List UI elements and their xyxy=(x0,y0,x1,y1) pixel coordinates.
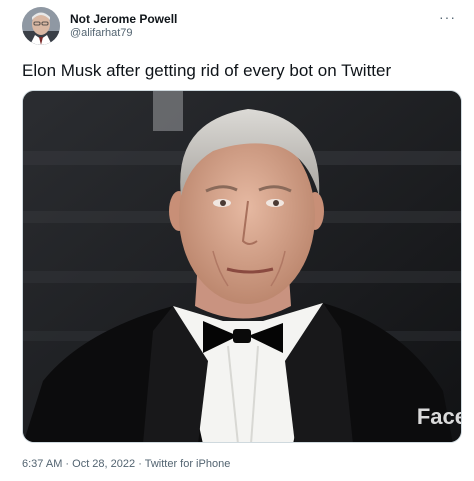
tweet: Not Jerome Powell @alifarhat79 ··· Elon … xyxy=(0,0,474,481)
tweet-text: Elon Musk after getting rid of every bot… xyxy=(22,61,392,80)
more-horizontal-icon[interactable]: ··· xyxy=(439,9,456,25)
tweet-image[interactable]: Face xyxy=(22,90,462,443)
tweet-date[interactable]: Oct 28, 2022 xyxy=(72,458,135,470)
author-display-name[interactable]: Not Jerome Powell xyxy=(70,12,177,27)
photo-illustration xyxy=(23,91,461,442)
meta-separator: · xyxy=(62,458,73,470)
avatar[interactable] xyxy=(22,7,60,45)
tweet-time[interactable]: 6:37 AM xyxy=(22,458,62,470)
author-names: Not Jerome Powell @alifarhat79 xyxy=(70,12,177,41)
faceapp-watermark: Face xyxy=(416,404,462,429)
author-handle[interactable]: @alifarhat79 xyxy=(70,27,177,41)
tweet-header: Not Jerome Powell @alifarhat79 xyxy=(22,7,177,45)
tweet-meta: 6:37 AM · Oct 28, 2022 · Twitter for iPh… xyxy=(22,458,230,470)
tweet-source[interactable]: Twitter for iPhone xyxy=(145,458,231,470)
meta-separator: · xyxy=(135,458,145,470)
